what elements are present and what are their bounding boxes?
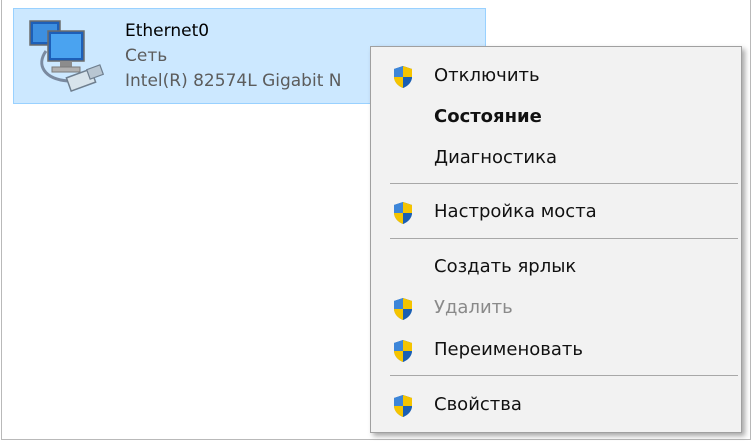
- menu-separator: [390, 238, 738, 239]
- uac-shield-icon: [394, 66, 412, 88]
- menu-item-label: Переименовать: [434, 339, 583, 360]
- menu-separator: [390, 375, 738, 376]
- network-connections-window: Ethernet0 Сеть Intel(R) 82574L Gigabit N…: [1, 0, 751, 440]
- adapter-name: Ethernet0: [125, 21, 210, 41]
- menu-item-rename[interactable]: Переименовать: [371, 332, 741, 368]
- menu-item-status[interactable]: Состояние: [371, 99, 741, 135]
- menu-item-label: Удалить: [434, 297, 513, 318]
- uac-shield-icon: [394, 340, 412, 362]
- adapter-device: Intel(R) 82574L Gigabit N: [125, 71, 342, 91]
- adapter-network: Сеть: [125, 46, 168, 66]
- menu-item-label: Диагностика: [434, 147, 558, 168]
- uac-shield-icon: [394, 202, 412, 224]
- menu-separator: [390, 183, 738, 184]
- uac-shield-icon: [394, 298, 412, 320]
- menu-item-label: Создать ярлык: [434, 256, 577, 277]
- menu-item-delete[interactable]: Удалить: [371, 290, 741, 326]
- menu-item-label: Состояние: [434, 106, 542, 127]
- uac-shield-icon: [394, 395, 412, 417]
- menu-item-diagnose[interactable]: Диагностика: [371, 140, 741, 176]
- menu-item-label: Настройка моста: [434, 201, 597, 222]
- menu-item-disable[interactable]: Отключить: [371, 58, 741, 94]
- menu-item-create-shortcut[interactable]: Создать ярлык: [371, 249, 741, 285]
- menu-item-label: Отключить: [434, 65, 540, 86]
- menu-item-label: Свойства: [434, 394, 522, 415]
- context-menu: Отключить Состояние Диагностика Настройк…: [370, 46, 742, 433]
- menu-item-properties[interactable]: Свойства: [371, 387, 741, 423]
- menu-item-bridge-connections[interactable]: Настройка моста: [371, 194, 741, 230]
- network-adapter-icon: [29, 20, 105, 92]
